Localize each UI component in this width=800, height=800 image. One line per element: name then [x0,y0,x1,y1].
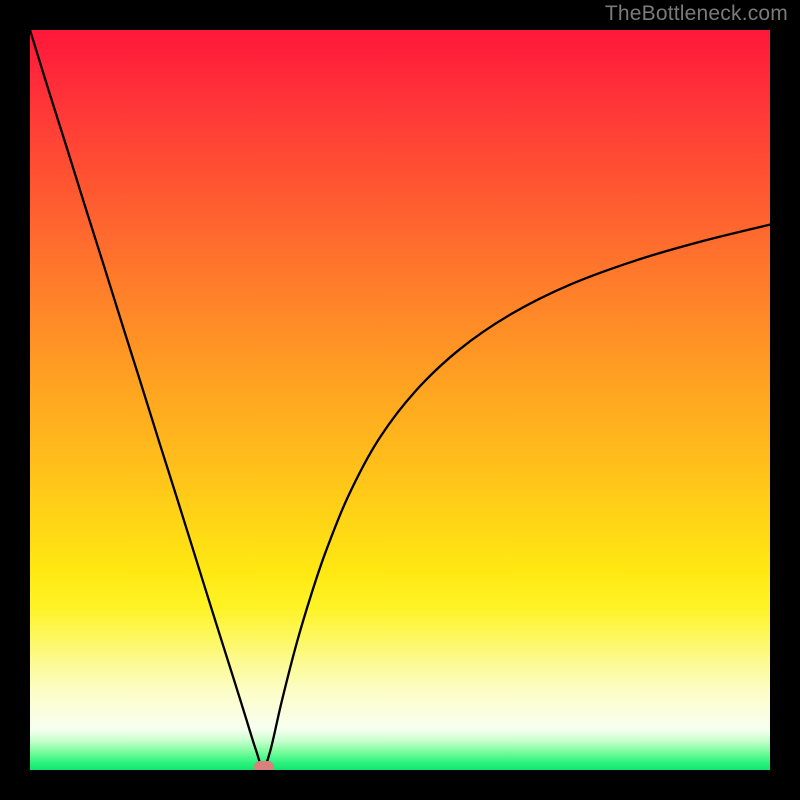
curve-svg [30,30,770,770]
optimum-marker [254,761,274,770]
watermark-text: TheBottleneck.com [605,2,788,26]
chart-frame: TheBottleneck.com [0,0,800,800]
plot-area [30,30,770,770]
bottleneck-curve [30,30,770,768]
